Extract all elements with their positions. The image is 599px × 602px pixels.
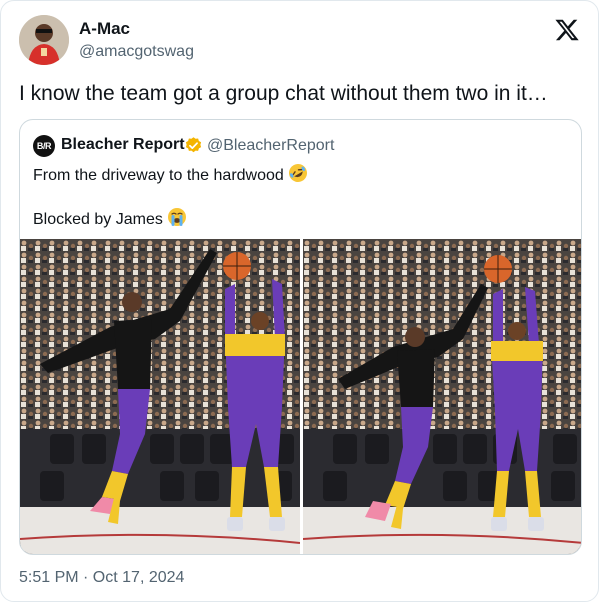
x-logo-icon[interactable]	[554, 17, 580, 43]
bleacher-report-logo[interactable]: B/R	[33, 135, 55, 157]
quoted-author-name[interactable]: Bleacher Report	[61, 136, 185, 154]
tweet-card: A-Mac @amacgotswag I know the team got a…	[0, 0, 599, 602]
loudly-crying-face-emoji	[167, 208, 186, 226]
quoted-image-2[interactable]	[303, 239, 581, 554]
quoted-image-1[interactable]	[20, 239, 300, 554]
quoted-text-line-2: Blocked by James	[33, 207, 187, 230]
quoted-author-handle[interactable]: @BleacherReport	[207, 137, 334, 155]
tweet-text: I know the team got a group chat without…	[19, 82, 548, 105]
user-avatar-icon	[19, 15, 69, 65]
verified-badge-icon	[185, 137, 202, 153]
tweet-timestamp[interactable]: 5:51 PM · Oct 17, 2024	[19, 569, 184, 587]
quoted-text-line-1: From the driveway to the hardwood	[33, 163, 308, 186]
author-name[interactable]: A-Mac	[79, 19, 130, 39]
quoted-text-line-2-text: Blocked by James	[33, 211, 163, 228]
quoted-text-line-1-text: From the driveway to the hardwood	[33, 167, 284, 184]
basketball-photo-edited	[303, 239, 581, 554]
author-avatar[interactable]	[19, 15, 69, 65]
basketball-photo-original	[20, 239, 300, 554]
author-handle[interactable]: @amacgotswag	[79, 43, 194, 61]
rolling-on-floor-laughing-emoji	[288, 164, 307, 182]
quoted-tweet[interactable]: B/R Bleacher Report @BleacherReport From…	[19, 119, 582, 555]
